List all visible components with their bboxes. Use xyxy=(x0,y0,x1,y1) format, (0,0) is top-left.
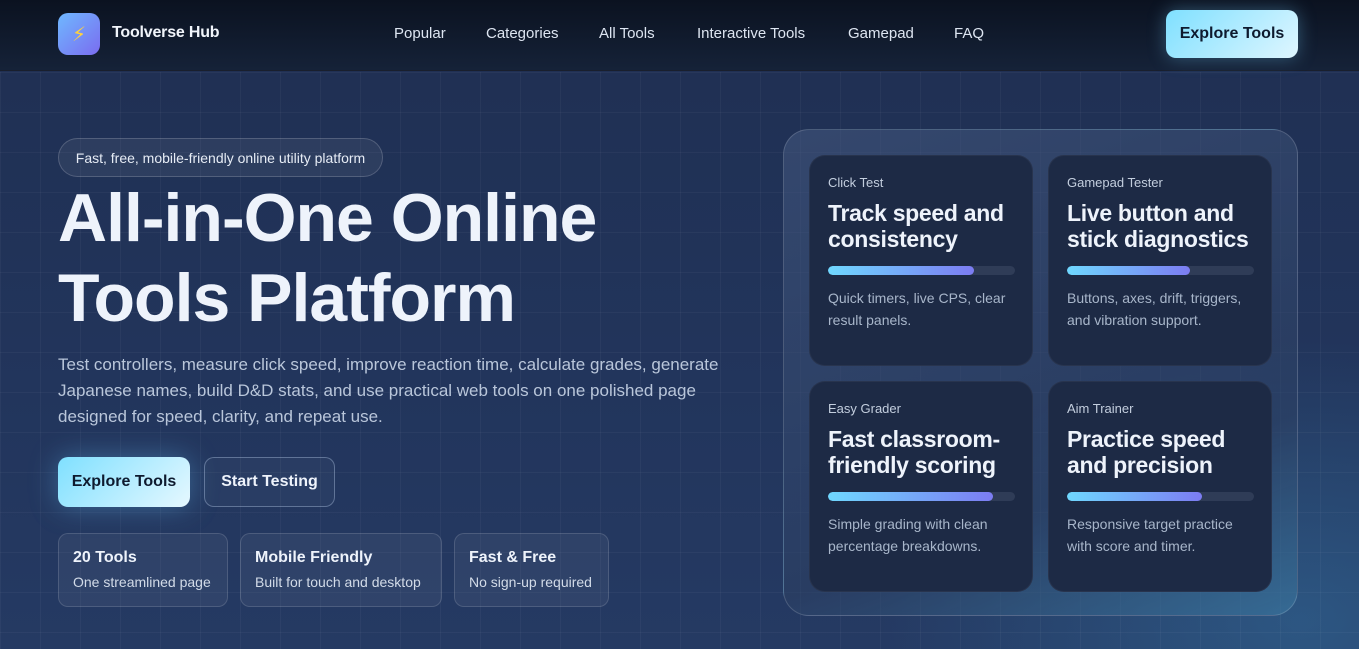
brand-name[interactable]: Toolverse Hub xyxy=(112,24,220,42)
stat-card-free: Fast & Free No sign-up required xyxy=(454,533,609,607)
card-label: Aim Trainer xyxy=(1067,401,1134,416)
progress-fill xyxy=(828,492,993,501)
progress-bar xyxy=(1067,492,1254,501)
tagline-pill: Fast, free, mobile-friendly online utili… xyxy=(58,138,383,177)
card-description: Quick timers, live CPS, clear result pan… xyxy=(828,290,1006,328)
hero-description: Test controllers, measure click speed, i… xyxy=(58,355,719,426)
stat-title: 20 Tools xyxy=(73,549,137,566)
stat-subtitle: Built for touch and desktop xyxy=(255,574,421,590)
header-explore-tools-button[interactable]: Explore Tools xyxy=(1166,10,1298,58)
card-label: Gamepad Tester xyxy=(1067,175,1163,190)
tool-preview-panel: Click Test Track speed and consistency Q… xyxy=(783,129,1298,616)
nav-link-popular[interactable]: Popular xyxy=(394,25,446,42)
card-title: Live button and stick diagnostics xyxy=(1067,200,1249,252)
progress-bar xyxy=(828,266,1015,275)
progress-fill xyxy=(1067,266,1191,275)
progress-bar xyxy=(1067,266,1254,275)
lightning-icon: ⚡ xyxy=(71,23,87,46)
nav-link-gamepad[interactable]: Gamepad xyxy=(848,25,914,42)
hero-title-line-2: Tools Platform xyxy=(58,260,516,336)
progress-fill xyxy=(1067,492,1202,501)
nav-link-faq[interactable]: FAQ xyxy=(954,25,984,42)
card-description: Buttons, axes, drift, triggers, and vibr… xyxy=(1067,290,1242,328)
hero-title: All-in-One Online Tools Platform xyxy=(58,178,698,338)
tool-card-easy-grader[interactable]: Easy Grader Fast classroom-friendly scor… xyxy=(809,381,1033,592)
stat-subtitle: No sign-up required xyxy=(469,574,592,590)
stat-subtitle: One streamlined page xyxy=(73,574,211,590)
stat-title: Fast & Free xyxy=(469,549,557,566)
logo[interactable]: ⚡ xyxy=(58,13,100,55)
hero-title-line-1: All-in-One Online xyxy=(58,180,597,256)
tool-card-click-test[interactable]: Click Test Track speed and consistency Q… xyxy=(809,155,1033,366)
card-label: Easy Grader xyxy=(828,401,901,416)
stat-card-tools: 20 Tools One streamlined page xyxy=(58,533,228,607)
tool-card-aim-trainer[interactable]: Aim Trainer Practice speed and precision… xyxy=(1048,381,1272,592)
nav-link-all-tools[interactable]: All Tools xyxy=(599,25,655,42)
nav-link-categories[interactable]: Categories xyxy=(486,25,559,42)
progress-bar xyxy=(828,492,1015,501)
card-title: Track speed and consistency xyxy=(828,200,1004,252)
stat-title: Mobile Friendly xyxy=(255,549,373,566)
nav-link-interactive-tools[interactable]: Interactive Tools xyxy=(697,25,805,42)
start-testing-button[interactable]: Start Testing xyxy=(204,457,335,507)
card-title: Fast classroom-friendly scoring xyxy=(828,426,1000,478)
progress-fill xyxy=(828,266,974,275)
card-description: Responsive target practice with score an… xyxy=(1067,516,1233,554)
top-navbar: ⚡ Toolverse Hub Popular Categories All T… xyxy=(0,0,1359,71)
card-title: Practice speed and precision xyxy=(1067,426,1226,478)
stat-card-mobile: Mobile Friendly Built for touch and desk… xyxy=(240,533,442,607)
card-description: Simple grading with clean percentage bre… xyxy=(828,516,988,554)
tool-card-gamepad-tester[interactable]: Gamepad Tester Live button and stick dia… xyxy=(1048,155,1272,366)
explore-tools-button[interactable]: Explore Tools xyxy=(58,457,190,507)
card-label: Click Test xyxy=(828,175,884,190)
